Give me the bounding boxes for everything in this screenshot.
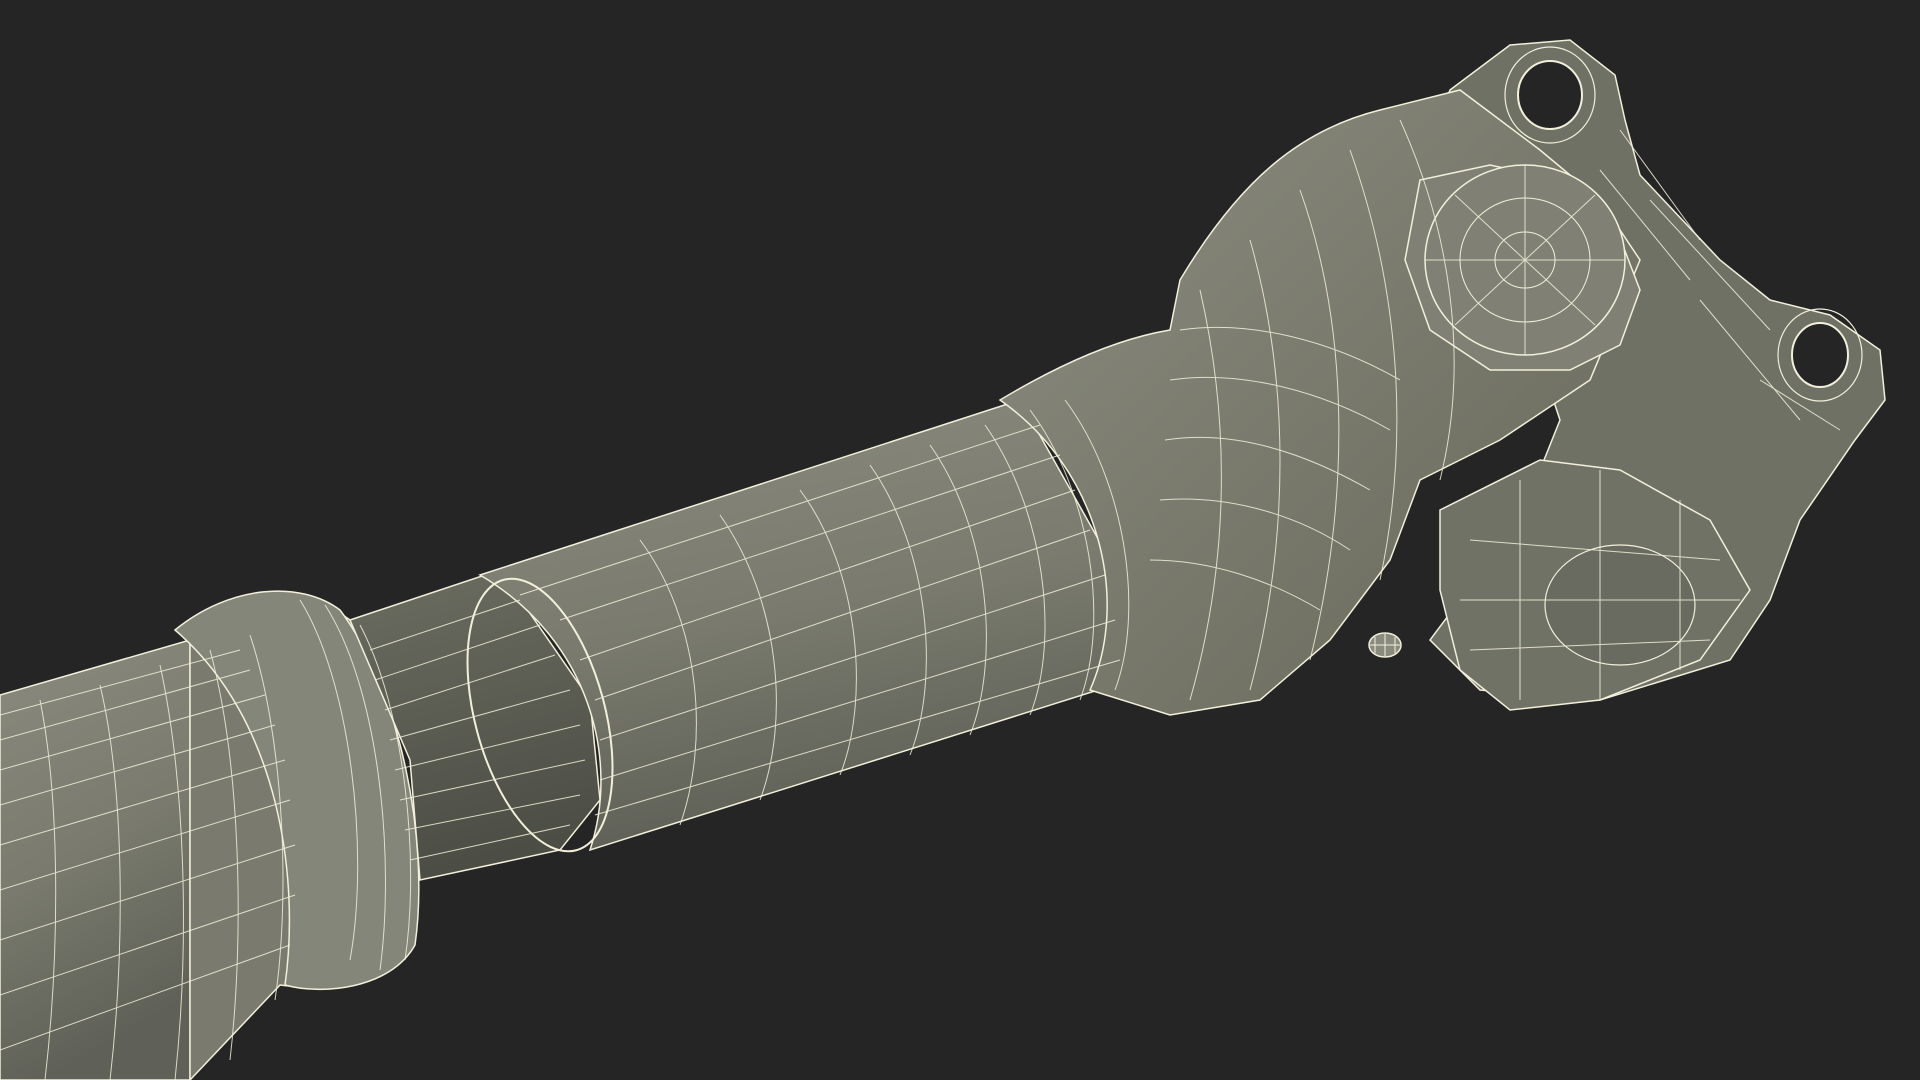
driveshaft-render [0, 39, 1886, 1080]
render-viewport [0, 0, 1920, 1080]
grease-fitting [1368, 632, 1402, 658]
